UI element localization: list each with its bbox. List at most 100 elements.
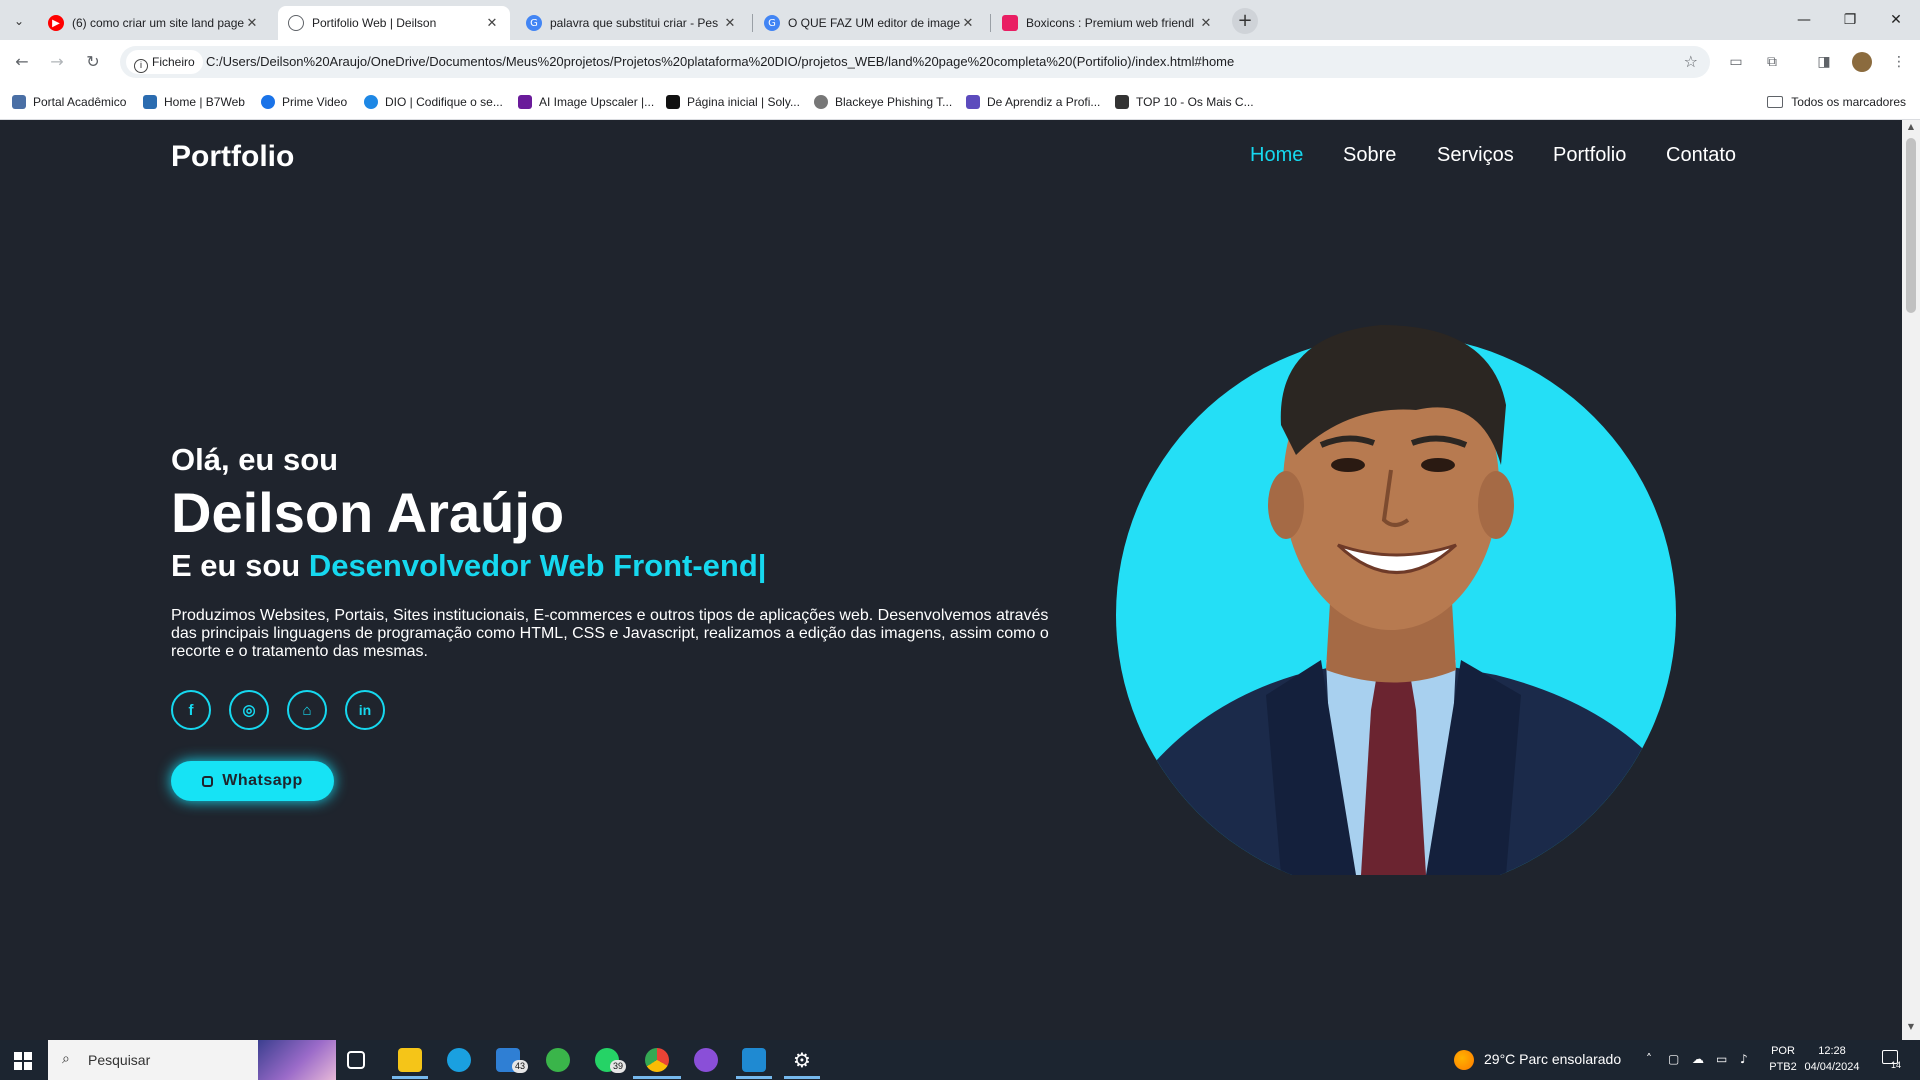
facebook-icon[interactable]: f xyxy=(171,690,211,730)
folder-icon xyxy=(1767,96,1784,108)
whatsapp-button[interactable]: Whatsapp xyxy=(171,761,334,801)
all-bookmarks-button[interactable]: Todos os marcadores xyxy=(1767,84,1906,120)
notifications-count: 14 xyxy=(1891,1060,1902,1070)
running-indicator xyxy=(736,1076,772,1079)
profile-avatar[interactable] xyxy=(1852,52,1872,72)
whatsapp-label: Whatsapp xyxy=(222,772,303,789)
weather-icon[interactable] xyxy=(1454,1050,1474,1070)
bookmark-favicon-icon xyxy=(518,95,532,109)
tab-boxicons[interactable]: Boxicons : Premium web friendl ✕ xyxy=(992,6,1224,40)
site-logo[interactable]: Portfolio xyxy=(171,140,294,174)
search-highlight-image xyxy=(258,1040,336,1080)
bookmark-item[interactable]: Página inicial | Soly... xyxy=(666,84,800,120)
new-tab-button[interactable]: + xyxy=(1232,8,1258,34)
menu-icon[interactable]: ⋮ xyxy=(1888,51,1910,73)
edge-icon[interactable] xyxy=(447,1048,471,1072)
site-info-chip[interactable]: i Ficheiro xyxy=(126,50,203,74)
close-tab-icon[interactable]: ✕ xyxy=(244,16,260,31)
weather-text[interactable]: 29°C Parc ensolarado xyxy=(1484,1051,1621,1067)
tab-search-icon[interactable]: ⌄ xyxy=(8,10,30,32)
restore-icon[interactable]: ❐ xyxy=(1828,8,1872,32)
vscode-icon[interactable] xyxy=(742,1048,766,1072)
bookmark-label: Blackeye Phishing T... xyxy=(835,95,953,109)
taskbar-search-input[interactable]: ⌕ Pesquisar xyxy=(48,1040,336,1080)
scroll-thumb[interactable] xyxy=(1906,138,1916,313)
bookmark-item[interactable]: Blackeye Phishing T... xyxy=(814,84,952,120)
portfolio-page: Portfolio Home Sobre Serviços Portfolio … xyxy=(0,120,1902,1040)
upwork-icon[interactable] xyxy=(546,1048,570,1072)
tab-title: Portifolio Web | Deilson xyxy=(312,16,437,30)
whatsapp-badge: 39 xyxy=(610,1060,627,1073)
nav-sobre[interactable]: Sobre xyxy=(1343,144,1396,167)
tab-strip: ⌄ ▶ (6) como criar um site land page ✕ P… xyxy=(0,0,1920,40)
bookmark-item[interactable]: De Aprendiz a Profi... xyxy=(966,84,1100,120)
nav-portfolio[interactable]: Portfolio xyxy=(1553,144,1626,167)
forward-icon[interactable]: → xyxy=(45,50,69,74)
scroll-down-icon[interactable]: ▼ xyxy=(1902,1022,1920,1038)
close-tab-icon[interactable]: ✕ xyxy=(1198,16,1214,31)
github-icon[interactable]: ⌂ xyxy=(287,690,327,730)
bookmark-label: TOP 10 - Os Mais C... xyxy=(1136,95,1254,109)
chrome-icon[interactable] xyxy=(645,1048,669,1072)
mail-badge: 43 xyxy=(512,1060,529,1073)
battery-icon[interactable]: ▭ xyxy=(1716,1052,1727,1066)
show-hidden-icons-icon[interactable]: ˄ xyxy=(1646,1052,1652,1066)
language-line2[interactable]: PTB2 xyxy=(1766,1061,1800,1073)
bookmark-item[interactable]: AI Image Upscaler |... xyxy=(518,84,654,120)
tab-youtube[interactable]: ▶ (6) como criar um site land page ✕ xyxy=(38,6,270,40)
nav-contato[interactable]: Contato xyxy=(1666,144,1736,167)
task-view-icon[interactable] xyxy=(347,1051,365,1069)
nav-servicos[interactable]: Serviços xyxy=(1437,144,1514,167)
google-favicon-icon: G xyxy=(764,15,780,31)
bookmark-item[interactable]: TOP 10 - Os Mais C... xyxy=(1115,84,1254,120)
hero-greeting: Olá, eu sou xyxy=(171,442,339,477)
meet-now-icon[interactable]: ▢ xyxy=(1668,1052,1679,1066)
scroll-up-icon[interactable]: ▲ xyxy=(1902,122,1920,138)
bookmark-label: AI Image Upscaler |... xyxy=(539,95,655,109)
volume-icon[interactable]: ♪ xyxy=(1740,1052,1748,1066)
bookmark-star-icon[interactable]: ☆ xyxy=(1684,46,1698,78)
running-indicator xyxy=(633,1076,681,1079)
browser-toolbar: ← → ↻ i Ficheiro C:/Users/Deilson%20Arauj… xyxy=(0,40,1920,84)
tab-portfolio[interactable]: Portifolio Web | Deilson ✕ xyxy=(278,6,510,40)
role-highlight: Desenvolvedor Web Front-end| xyxy=(308,548,767,583)
github-desktop-icon[interactable] xyxy=(694,1048,718,1072)
clock-time[interactable]: 12:28 xyxy=(1800,1045,1864,1057)
reload-icon[interactable]: ↻ xyxy=(81,50,105,74)
bookmarks-bar: Portal Acadêmico Home | B7Web Prime Vide… xyxy=(0,84,1920,120)
tab-google-search-2[interactable]: G O QUE FAZ UM editor de image ✕ xyxy=(754,6,986,40)
file-label: Ficheiro xyxy=(152,55,195,69)
page-scrollbar[interactable]: ▲ ▼ xyxy=(1902,120,1920,1040)
close-tab-icon[interactable]: ✕ xyxy=(484,16,500,31)
nav-home[interactable]: Home xyxy=(1250,144,1303,167)
close-tab-icon[interactable]: ✕ xyxy=(960,16,976,31)
bookmark-item[interactable]: Portal Acadêmico xyxy=(12,84,126,120)
bookmark-item[interactable]: Prime Video xyxy=(261,84,347,120)
tab-title: (6) como criar um site land page xyxy=(72,16,244,30)
minimize-icon[interactable]: — xyxy=(1782,8,1826,32)
onedrive-cloud-icon[interactable]: ☁ xyxy=(1692,1052,1704,1066)
close-window-icon[interactable]: ✕ xyxy=(1874,8,1918,32)
bookmark-favicon-icon xyxy=(666,95,680,109)
address-bar[interactable]: i Ficheiro C:/Users/Deilson%20Araujo/OneD… xyxy=(120,46,1710,78)
file-explorer-icon[interactable] xyxy=(398,1048,422,1072)
windows-taskbar: ⌕ Pesquisar 43 39 ⚙ 29°C Parc ensolarado… xyxy=(0,1040,1920,1080)
search-placeholder: Pesquisar xyxy=(88,1052,151,1068)
hero-description: Produzimos Websites, Portais, Sites inst… xyxy=(171,607,1049,660)
close-tab-icon[interactable]: ✕ xyxy=(722,16,738,31)
extensions-icon[interactable]: ⧉ xyxy=(1761,51,1783,73)
bookmark-item[interactable]: DIO | Codifique o se... xyxy=(364,84,503,120)
windows-start-icon[interactable] xyxy=(14,1052,32,1070)
instagram-icon[interactable]: ◎ xyxy=(229,690,269,730)
linkedin-icon[interactable]: in xyxy=(345,690,385,730)
url-text[interactable]: C:/Users/Deilson%20Araujo/OneDrive/Docum… xyxy=(206,46,1234,78)
back-icon[interactable]: ← xyxy=(10,50,34,74)
tab-google-search-1[interactable]: G palavra que substitui criar - Pes ✕ xyxy=(516,6,748,40)
side-panel-icon[interactable]: ◨ xyxy=(1813,51,1835,73)
cast-icon[interactable]: ▭ xyxy=(1725,51,1747,73)
bookmark-favicon-icon xyxy=(364,95,378,109)
settings-gear-icon[interactable]: ⚙ xyxy=(790,1048,814,1072)
clock-date[interactable]: 04/04/2024 xyxy=(1800,1061,1864,1073)
language-line1[interactable]: POR xyxy=(1766,1045,1800,1057)
bookmark-item[interactable]: Home | B7Web xyxy=(143,84,245,120)
